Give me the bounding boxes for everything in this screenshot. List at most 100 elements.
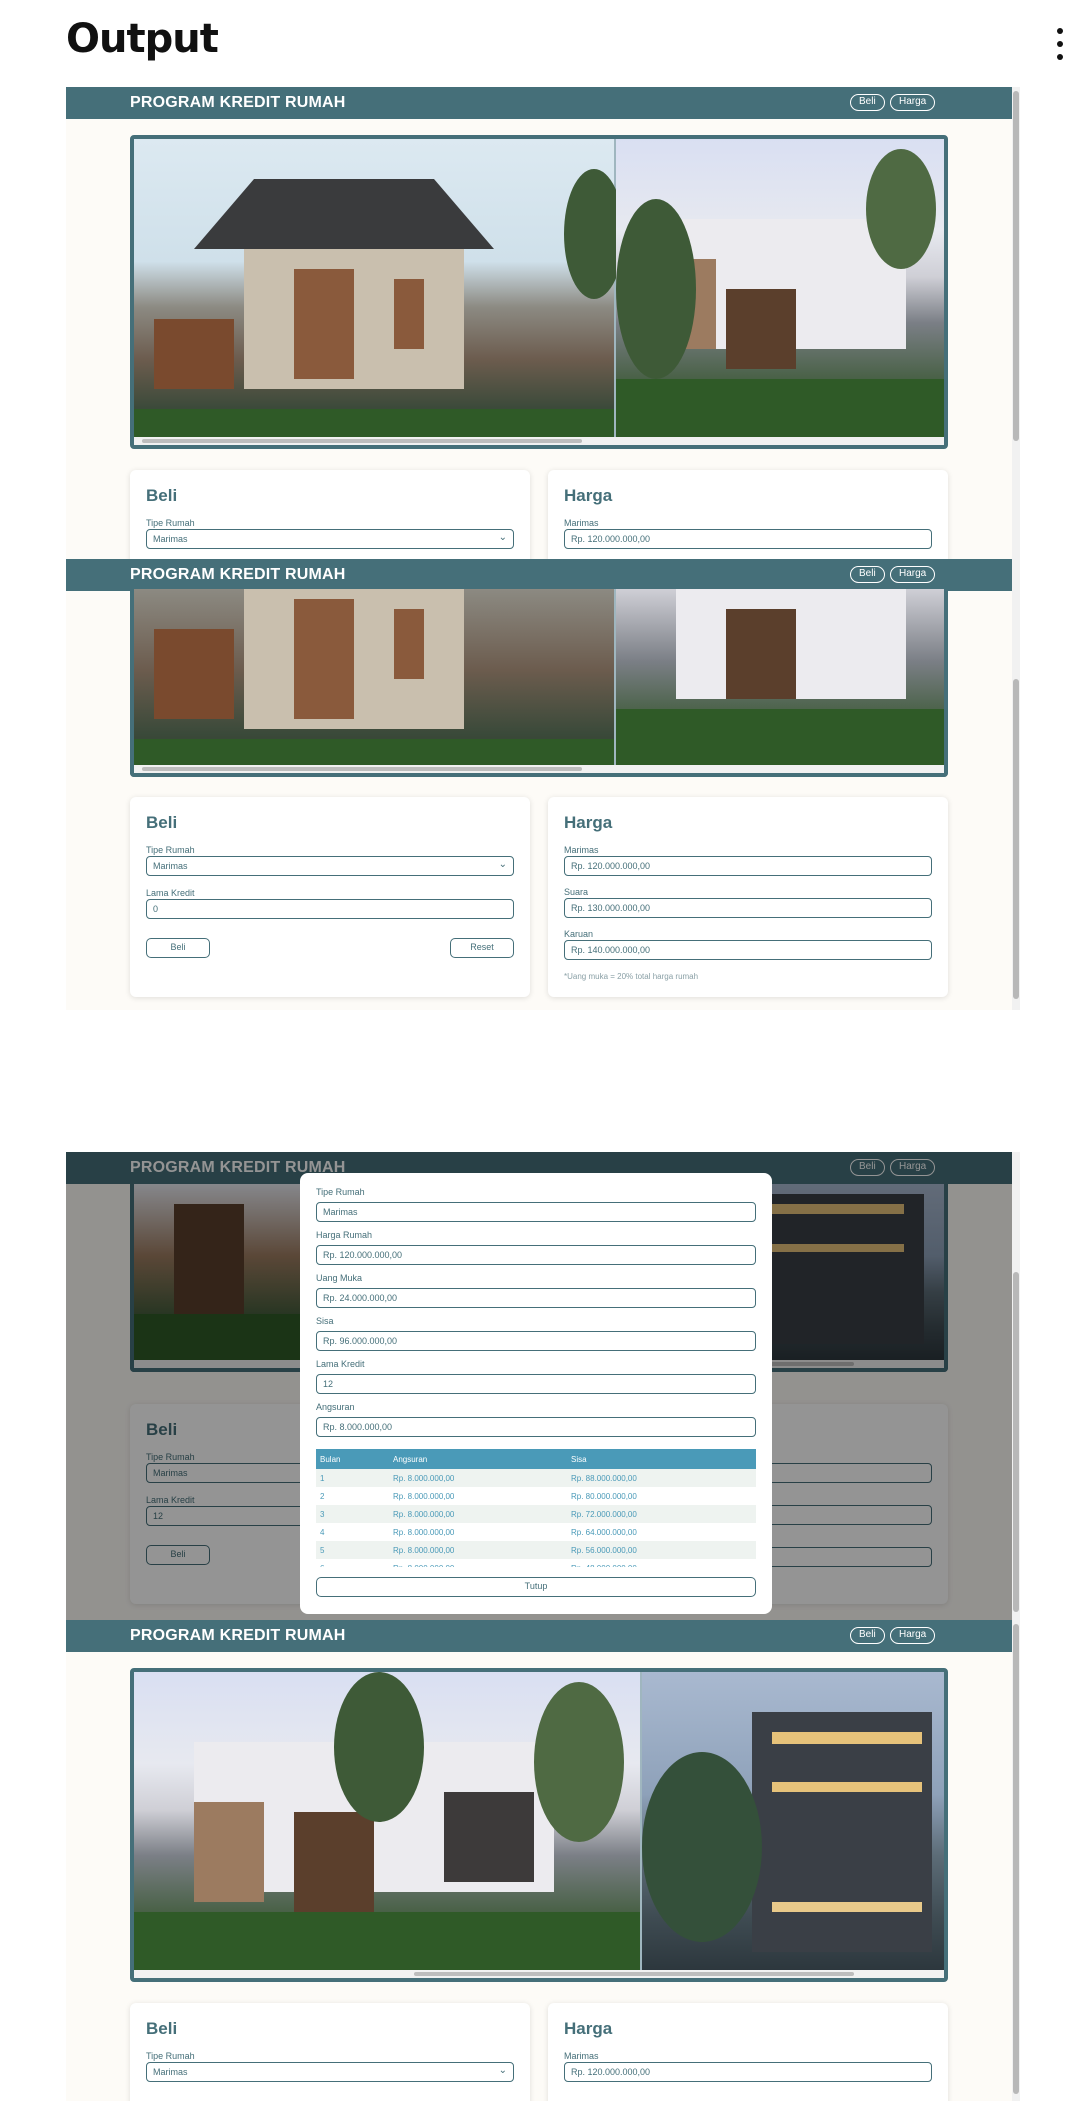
tutup-button[interactable]: Tutup xyxy=(316,1577,756,1597)
harga-title: Harga xyxy=(564,2019,613,2038)
marimas-label: Marimas xyxy=(564,2051,599,2061)
chevron-down-icon: ⌄ xyxy=(498,859,507,870)
lama-kredit-label: Lama Kredit xyxy=(146,888,195,898)
karuan-label: Karuan xyxy=(564,929,594,939)
cell-bulan: 2 xyxy=(320,1491,325,1501)
cell-bulan: 5 xyxy=(320,1545,325,1555)
modal-sisa-field[interactable]: Rp. 96.000.000,00 xyxy=(316,1331,756,1351)
house-image-3 xyxy=(642,1672,944,1978)
marimas-label: Marimas xyxy=(564,518,599,528)
cell-sisa: Rp. 56.000.000,00 xyxy=(571,1545,637,1555)
harga-card: Harga Marimas Rp. 120.000.000,00 xyxy=(548,2003,948,2101)
harga-card: Harga Marimas Rp. 120.000.000,00 Suara R… xyxy=(548,797,948,997)
table-row: 1 Rp. 8.000.000,00 Rp. 88.000.000,00 xyxy=(316,1469,756,1487)
house-image-2 xyxy=(616,139,944,445)
cell-angsuran: Rp. 8.000.000,00 xyxy=(393,1473,455,1483)
nav-harga-button[interactable]: Harga xyxy=(890,566,936,583)
app-navbar: PROGRAM KREDIT RUMAH Beli Harga xyxy=(66,87,1012,119)
down-payment-note: *Uang muka = 20% total harga rumah xyxy=(564,972,699,981)
cell-sisa: Rp. 64.000.000,00 xyxy=(571,1527,637,1537)
beli-button[interactable]: Beli xyxy=(146,938,210,958)
horizontal-scrollbar[interactable] xyxy=(134,765,944,773)
installment-table[interactable]: Bulan Angsuran Sisa 1 Rp. 8.000.000,00 Rp.… xyxy=(316,1449,756,1567)
modal-harga-rumah-field[interactable]: Rp. 120.000.000,00 xyxy=(316,1245,756,1265)
beli-title: Beli xyxy=(146,813,178,832)
beli-card: Beli Tipe Rumah Marimas ⌄ xyxy=(130,2003,530,2101)
table-row: 5 Rp. 8.000.000,00 Rp. 56.000.000,00 xyxy=(316,1541,756,1559)
modal-sisa-label: Sisa xyxy=(316,1316,334,1326)
screenshot-frame-4: PROGRAM KREDIT RUMAH Beli Harga Beli Tip… xyxy=(66,1620,1020,2101)
screenshot-frame-3: PROGRAM KREDIT RUMAH Beli Harga Beli Tip… xyxy=(66,1152,1020,1620)
output-header: Output xyxy=(0,0,1080,86)
nav-beli-button[interactable]: Beli xyxy=(850,94,885,111)
horizontal-scrollbar[interactable] xyxy=(134,437,944,445)
chevron-down-icon: ⌄ xyxy=(498,532,507,543)
kebab-menu-icon[interactable] xyxy=(1054,28,1066,60)
beli-title: Beli xyxy=(146,2019,178,2038)
purchase-detail-modal: Tipe Rumah Marimas Harga Rumah Rp. 120.0… xyxy=(300,1173,772,1614)
beli-title: Beli xyxy=(146,486,178,505)
screenshot-frame-2: PROGRAM KREDIT RUMAH Beli Harga Beli Tip… xyxy=(66,559,1020,1010)
nav-harga-button[interactable]: Harga xyxy=(890,1627,936,1644)
modal-lama-kredit-label: Lama Kredit xyxy=(316,1359,365,1369)
house-image-slider[interactable] xyxy=(130,589,948,777)
cell-bulan: 6 xyxy=(316,1564,389,1568)
karuan-price-field[interactable]: Rp. 140.000.000,00 xyxy=(564,940,932,960)
modal-tipe-rumah-label: Tipe Rumah xyxy=(316,1187,365,1197)
suara-price-field[interactable]: Rp. 130.000.000,00 xyxy=(564,898,932,918)
col-bulan: Bulan xyxy=(320,1454,341,1464)
app-brand: PROGRAM KREDIT RUMAH xyxy=(130,1627,346,1644)
tipe-rumah-select[interactable]: Marimas ⌄ xyxy=(146,856,514,876)
modal-tipe-rumah-field[interactable]: Marimas xyxy=(316,1202,756,1222)
harga-title: Harga xyxy=(564,813,613,832)
screenshot-frame-1: PROGRAM KREDIT RUMAH Beli Harga Beli Tip… xyxy=(66,87,1020,559)
table-row: 3 Rp. 8.000.000,00 Rp. 72.000.000,00 xyxy=(316,1505,756,1523)
reset-button[interactable]: Reset xyxy=(450,938,514,958)
modal-lama-kredit-field[interactable]: 12 xyxy=(316,1374,756,1394)
house-image-2 xyxy=(134,1672,640,1978)
cell-angsuran: Rp. 8.000.000,00 xyxy=(389,1564,567,1568)
tipe-rumah-label: Tipe Rumah xyxy=(146,2051,195,2061)
house-image-1 xyxy=(134,589,614,769)
modal-angsuran-field[interactable]: Rp. 8.000.000,00 xyxy=(316,1417,756,1437)
modal-angsuran-label: Angsuran xyxy=(316,1402,355,1412)
house-image-slider[interactable] xyxy=(130,135,948,449)
cell-sisa: Rp. 80.000.000,00 xyxy=(571,1491,637,1501)
suara-label: Suara xyxy=(564,887,589,897)
cell-bulan: 4 xyxy=(320,1527,325,1537)
nav-beli-button[interactable]: Beli xyxy=(850,566,885,583)
table-row: 4 Rp. 8.000.000,00 Rp. 64.000.000,00 xyxy=(316,1523,756,1541)
vertical-scrollbar[interactable] xyxy=(1012,87,1020,559)
nav-beli-button[interactable]: Beli xyxy=(850,1627,885,1644)
house-image-1 xyxy=(134,139,624,445)
app-brand: PROGRAM KREDIT RUMAH xyxy=(130,94,346,111)
cell-bulan: 3 xyxy=(320,1509,325,1519)
cell-angsuran: Rp. 8.000.000,00 xyxy=(393,1527,455,1537)
beli-card: Beli Tipe Rumah Marimas ⌄ Lama Kredit 0 B… xyxy=(130,797,530,997)
modal-uang-muka-label: Uang Muka xyxy=(316,1273,363,1283)
house-image-2 xyxy=(616,589,944,769)
harga-card: Harga Marimas Rp. 120.000.000,00 xyxy=(548,470,948,559)
tipe-rumah-select[interactable]: Marimas ⌄ xyxy=(146,529,514,549)
horizontal-scrollbar[interactable] xyxy=(134,1970,944,1978)
cell-angsuran: Rp. 8.000.000,00 xyxy=(393,1545,455,1555)
marimas-price-field[interactable]: Rp. 120.000.000,00 xyxy=(564,529,932,549)
marimas-label: Marimas xyxy=(564,845,599,855)
vertical-scrollbar[interactable] xyxy=(1012,1152,1020,1620)
modal-uang-muka-field[interactable]: Rp. 24.000.000,00 xyxy=(316,1288,756,1308)
house-image-slider[interactable] xyxy=(130,1668,948,1982)
tipe-rumah-label: Tipe Rumah xyxy=(146,845,195,855)
marimas-price-field[interactable]: Rp. 120.000.000,00 xyxy=(564,2062,932,2082)
vertical-scrollbar[interactable] xyxy=(1012,559,1020,1010)
beli-card: Beli Tipe Rumah Marimas ⌄ xyxy=(130,470,530,559)
tipe-rumah-label: Tipe Rumah xyxy=(146,518,195,528)
app-navbar: PROGRAM KREDIT RUMAH Beli Harga xyxy=(66,559,1012,591)
vertical-scrollbar[interactable] xyxy=(1012,1620,1020,2101)
lama-kredit-input[interactable]: 0 xyxy=(146,899,514,919)
cell-sisa: Rp. 48.000.000,00 xyxy=(567,1564,756,1568)
table-row: 2 Rp. 8.000.000,00 Rp. 80.000.000,00 xyxy=(316,1487,756,1505)
nav-harga-button[interactable]: Harga xyxy=(890,94,936,111)
marimas-price-field[interactable]: Rp. 120.000.000,00 xyxy=(564,856,932,876)
cell-sisa: Rp. 88.000.000,00 xyxy=(571,1473,637,1483)
tipe-rumah-select[interactable]: Marimas ⌄ xyxy=(146,2062,514,2082)
